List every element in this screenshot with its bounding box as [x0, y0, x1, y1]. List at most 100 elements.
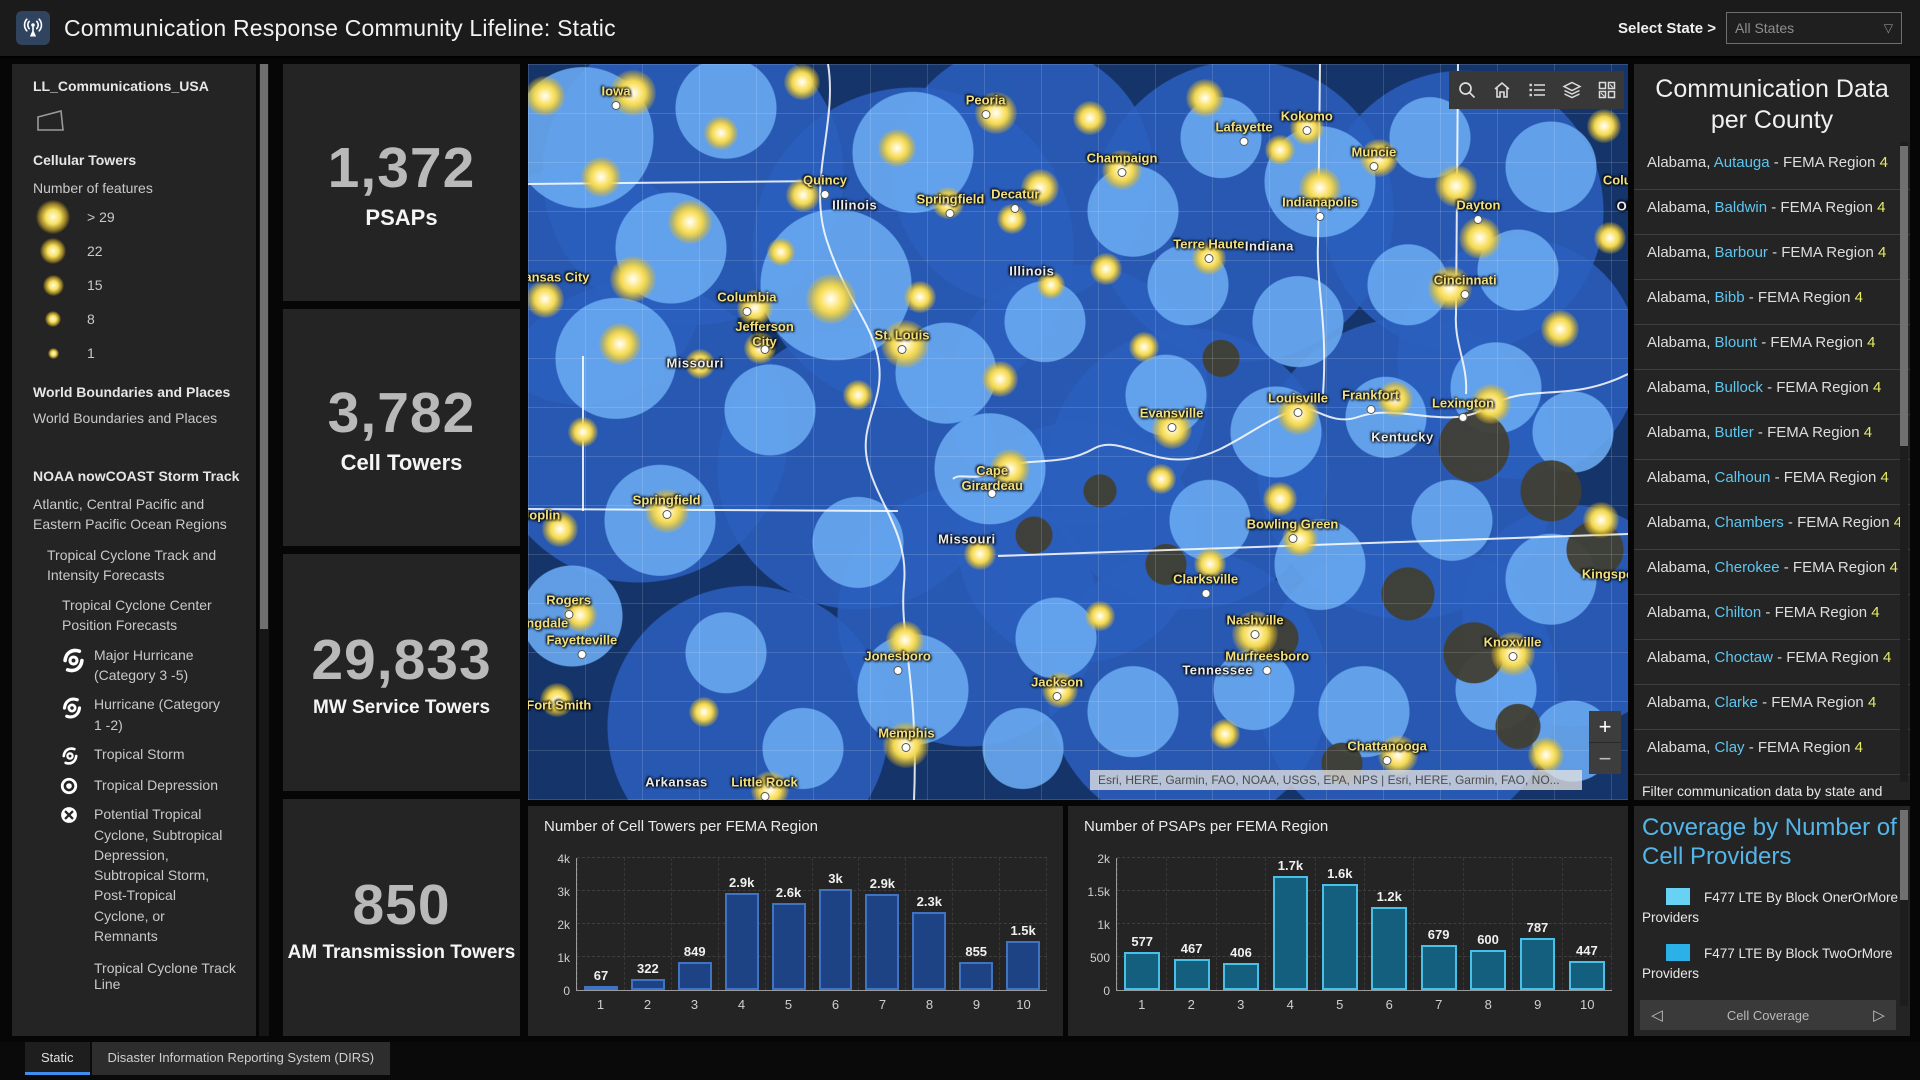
coverage-scrollbar[interactable]: [1900, 810, 1908, 1006]
city-marker-dot: [1204, 254, 1213, 263]
x-axis-tick: 9: [1513, 997, 1563, 1012]
city-label: Terre Haute: [1173, 236, 1244, 251]
bar-value-label: 1.5k: [1010, 923, 1035, 938]
bar: [959, 962, 993, 990]
zoom-in-button[interactable]: +: [1589, 711, 1621, 743]
world-boundaries-title: World Boundaries and Places: [33, 384, 256, 400]
tower-glow-icon: [48, 348, 59, 359]
layers-icon[interactable]: [1554, 71, 1589, 109]
chart-column: 2.3k: [906, 858, 953, 990]
county-row-name: Cherokee: [1715, 559, 1780, 576]
county-row-name: Butler: [1715, 424, 1754, 441]
x-axis-tick: 6: [812, 997, 859, 1012]
bar-value-label: 855: [965, 944, 987, 959]
county-list-scrollbar[interactable]: [1900, 142, 1908, 782]
feature-size-label: 15: [87, 277, 103, 293]
coverage-scrollbar-thumb[interactable]: [1900, 810, 1908, 900]
chart-column: 447: [1563, 858, 1612, 990]
x-axis-tick: 8: [1464, 997, 1514, 1012]
coverage-swatch-icon: [1666, 944, 1690, 961]
county-row[interactable]: Alabama, Bullock - FEMA Region 4: [1634, 370, 1910, 415]
feature-size-label: 1: [87, 345, 95, 361]
county-row-region: 4: [1855, 739, 1863, 756]
county-list-scrollbar-thumb[interactable]: [1900, 146, 1908, 446]
bar-value-label: 679: [1428, 927, 1450, 942]
county-panel-title: Communication Data per County: [1634, 64, 1910, 145]
county-row-fema-label: - FEMA Region: [1758, 694, 1868, 711]
cell-tower-dot: [581, 157, 621, 197]
home-icon[interactable]: [1484, 71, 1519, 109]
county-row-name: Clarke: [1715, 694, 1758, 711]
x-axis-tick: 5: [765, 997, 812, 1012]
sidebar-scrollbar[interactable]: [259, 64, 269, 1036]
feature-size-row: 22: [35, 234, 256, 268]
bar: [1174, 959, 1210, 990]
next-page-arrow-icon[interactable]: ▷: [1862, 1006, 1896, 1024]
city-marker-dot: [1474, 215, 1483, 224]
tab-disaster-information-reporting-system-dirs[interactable]: Disaster Information Reporting System (D…: [92, 1042, 391, 1075]
county-row-fema-label: - FEMA Region: [1780, 559, 1890, 576]
chart-column: 600: [1464, 858, 1513, 990]
bar-value-label: 1.6k: [1327, 866, 1352, 881]
search-icon[interactable]: [1449, 71, 1484, 109]
county-row[interactable]: Alabama, Chilton - FEMA Region 4: [1634, 595, 1910, 640]
basemap-icon[interactable]: [1589, 71, 1624, 109]
city-marker-dot: [981, 110, 990, 119]
cell-tower-dot: [1090, 253, 1122, 285]
cell-towers-plot: 01k2k3k4k673228492.9k2.6k3k2.9k2.3k8551.…: [576, 858, 1047, 991]
cell-tower-dot: [806, 274, 856, 324]
chart-column: 577: [1117, 858, 1167, 990]
zoom-out-button[interactable]: −: [1589, 743, 1621, 774]
chart-column: 2.9k: [859, 858, 906, 990]
bar: [584, 986, 618, 990]
sidebar-scrollbar-thumb[interactable]: [260, 64, 268, 629]
y-axis-tick: 1.5k: [1087, 885, 1110, 899]
county-row[interactable]: Alabama, Cherokee - FEMA Region 4: [1634, 550, 1910, 595]
county-row[interactable]: Alabama, Bibb - FEMA Region 4: [1634, 280, 1910, 325]
city-marker-dot: [1508, 652, 1517, 661]
county-row-region: 4: [1867, 334, 1875, 351]
county-row-region: 4: [1873, 379, 1881, 396]
storm-legend-label: Potential Tropical Cyclone, Subtropical …: [94, 804, 226, 946]
stat-value: 29,833: [311, 627, 491, 693]
stat-card: 3,782Cell Towers: [283, 309, 520, 546]
tab-static[interactable]: Static: [25, 1042, 90, 1075]
county-row[interactable]: Alabama, Baldwin - FEMA Region 4: [1634, 190, 1910, 235]
bar: [725, 893, 759, 990]
county-row[interactable]: Alabama, Calhoun - FEMA Region 4: [1634, 460, 1910, 505]
chart-column: 322: [625, 858, 672, 990]
x-axis-tick: 9: [953, 997, 1000, 1012]
state-label: Illinois: [832, 198, 877, 213]
bar: [1006, 941, 1040, 991]
state-label: Illinois: [1009, 263, 1054, 278]
legend-icon[interactable]: [1519, 71, 1554, 109]
county-row[interactable]: Alabama, Choctaw - FEMA Region 4: [1634, 640, 1910, 685]
county-row[interactable]: Alabama, Chambers - FEMA Region 4: [1634, 505, 1910, 550]
city-marker-dot: [1011, 204, 1020, 213]
cell-tower-dot: [1263, 482, 1297, 516]
cell-tower-dot: [1528, 737, 1564, 773]
y-axis-tick: 2k: [557, 918, 570, 932]
coverage-map[interactable]: IowaPeoriaKokomoLafayetteMuncieChampaign…: [528, 64, 1628, 800]
county-row[interactable]: Alabama, Blount - FEMA Region 4: [1634, 325, 1910, 370]
bar: [678, 962, 712, 990]
polygon-layer-icon: [35, 108, 256, 134]
x-axis-tick: 6: [1365, 997, 1415, 1012]
county-row[interactable]: Alabama, Autauga - FEMA Region 4: [1634, 145, 1910, 190]
county-row[interactable]: Alabama, Butler - FEMA Region 4: [1634, 415, 1910, 460]
select-state-label: Select State >: [1618, 20, 1716, 37]
county-row[interactable]: Alabama, Clarke - FEMA Region 4: [1634, 685, 1910, 730]
bar-value-label: 849: [684, 944, 706, 959]
state-dropdown[interactable]: All States ▽: [1726, 12, 1902, 44]
county-row[interactable]: Alabama, Barbour - FEMA Region 4: [1634, 235, 1910, 280]
county-row[interactable]: Alabama, Clay - FEMA Region 4: [1634, 730, 1910, 775]
city-label: Lexington: [1432, 395, 1494, 410]
tropical-depression-icon: [60, 775, 94, 795]
x-axis-tick: 4: [718, 997, 765, 1012]
bar: [1371, 907, 1407, 990]
county-row-state: Alabama,: [1647, 694, 1715, 711]
number-of-features-label: Number of features: [33, 180, 256, 196]
prev-page-arrow-icon[interactable]: ◁: [1640, 1006, 1674, 1024]
psaps-chart-title: Number of PSAPs per FEMA Region: [1068, 806, 1628, 835]
x-axis-tick: 4: [1266, 997, 1316, 1012]
